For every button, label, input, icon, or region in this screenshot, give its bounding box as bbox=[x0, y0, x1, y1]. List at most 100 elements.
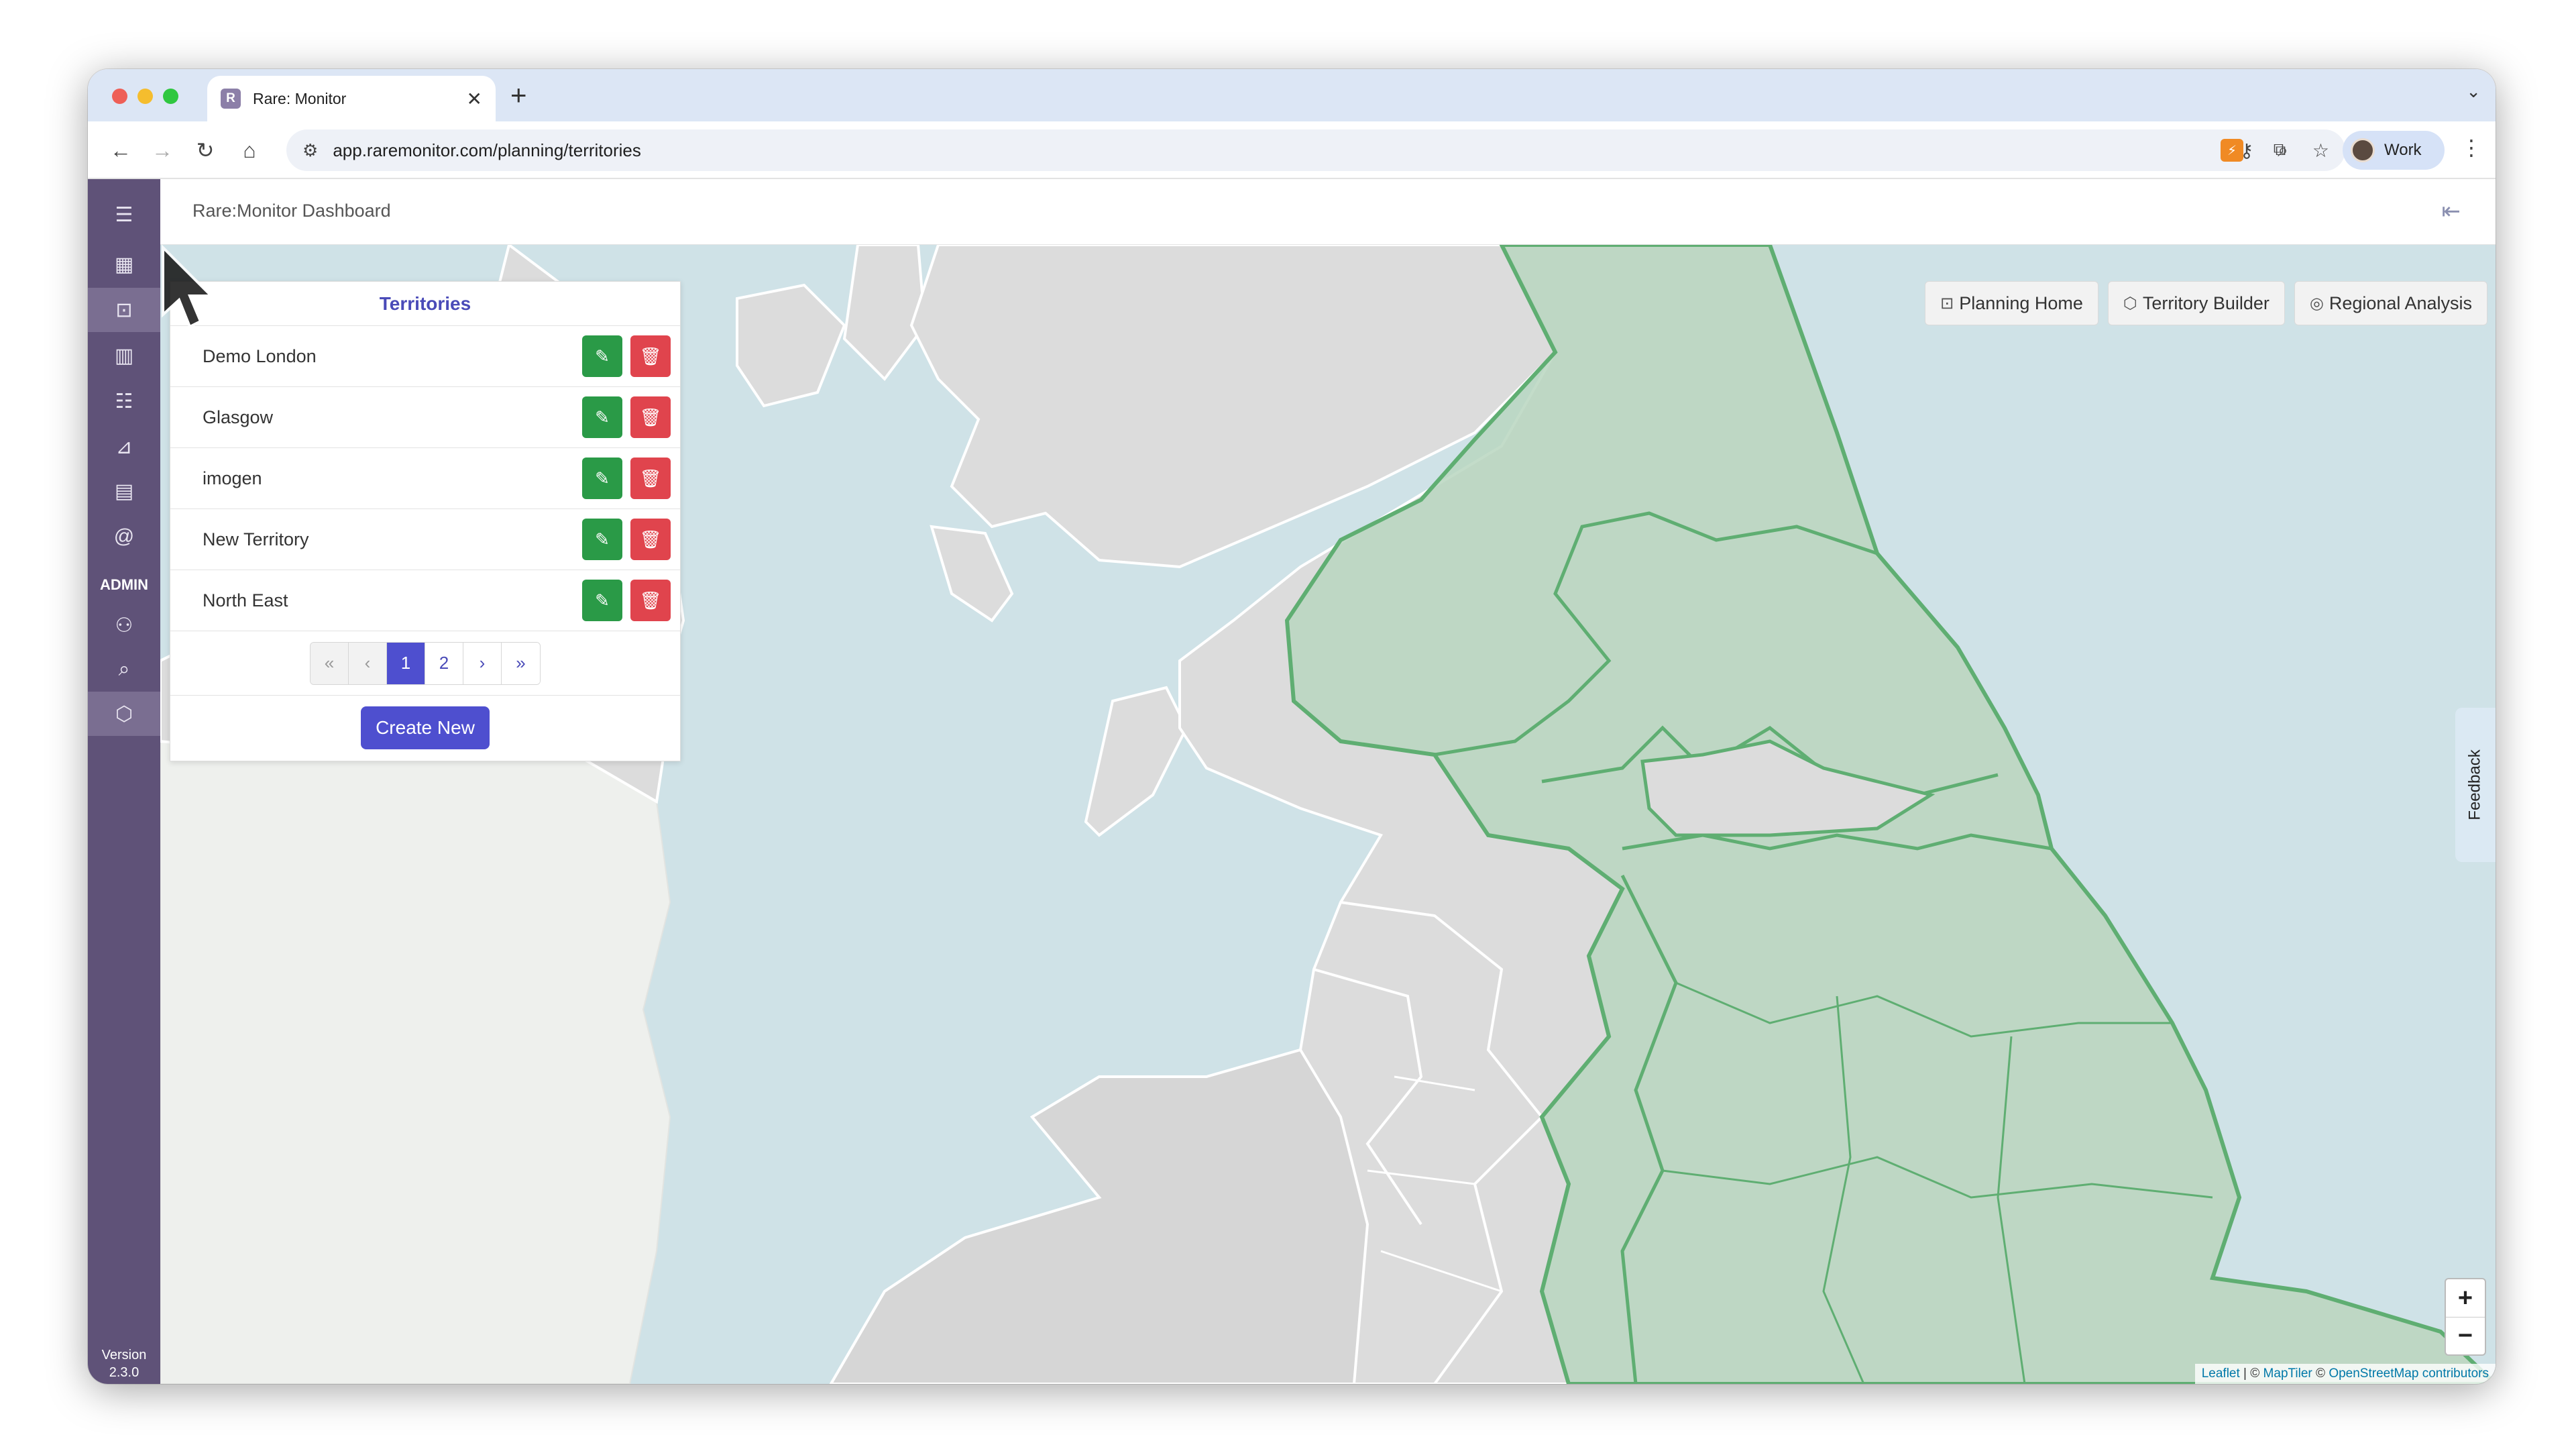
create-row: Create New bbox=[170, 696, 680, 760]
close-window-button[interactable] bbox=[112, 89, 127, 104]
planning-home-label: Planning Home bbox=[1959, 292, 2083, 313]
feedback-label: Feedback bbox=[2466, 749, 2484, 820]
osm-link[interactable]: OpenStreetMap contributors bbox=[2329, 1366, 2489, 1381]
attribution-separator: | © bbox=[2239, 1366, 2263, 1381]
edit-territory-button[interactable]: ✎ bbox=[582, 396, 622, 438]
map-attribution: Leaflet | © MapTiler © OpenStreetMap con… bbox=[2194, 1364, 2496, 1384]
delete-territory-button[interactable]: 🗑 bbox=[630, 335, 671, 377]
territory-name: Demo London bbox=[203, 345, 317, 366]
first-page-button[interactable]: « bbox=[311, 642, 349, 684]
trash-icon: 🗑 bbox=[639, 590, 662, 610]
sidebar-item-territory-icon[interactable]: ⬡ bbox=[88, 692, 160, 736]
planning-home-button[interactable]: ⊡ Planning Home bbox=[1925, 281, 2098, 325]
trash-icon: 🗑 bbox=[639, 529, 662, 549]
browser-menu-icon[interactable]: ⋮ bbox=[2461, 135, 2482, 160]
browser-tab[interactable]: R Rare: Monitor ✕ bbox=[207, 76, 496, 121]
sidebar-item-reports-icon[interactable]: ⊿ bbox=[88, 425, 160, 469]
regional-analysis-label: Regional Analysis bbox=[2329, 292, 2472, 313]
url-text[interactable]: app.raremonitor.com/planning/territories bbox=[333, 140, 2215, 161]
page-1-button[interactable]: 1 bbox=[387, 642, 425, 684]
sidebar: ☰ ▦ ⊡ ▥ ☷ ⊿ ▤ @ ADMIN ⚇ ⌕ ⬡ Version 2.3.… bbox=[88, 179, 160, 1384]
edit-territory-button[interactable]: ✎ bbox=[582, 458, 622, 499]
territory-name: imogen bbox=[203, 468, 262, 488]
new-tab-button[interactable]: + bbox=[510, 78, 527, 112]
avatar bbox=[2351, 138, 2375, 162]
territory-builder-label: Territory Builder bbox=[2142, 292, 2270, 313]
maptiler-link[interactable]: MapTiler bbox=[2263, 1366, 2312, 1381]
bookmark-star-icon[interactable]: ☆ bbox=[2312, 140, 2329, 162]
pencil-icon: ✎ bbox=[595, 590, 610, 610]
last-page-button[interactable]: » bbox=[502, 642, 540, 684]
sidebar-item-dashboard-icon[interactable]: ▦ bbox=[88, 242, 160, 286]
trash-icon: 🗑 bbox=[639, 468, 662, 488]
pencil-icon: ✎ bbox=[595, 407, 610, 427]
table-row[interactable]: North East ✎ 🗑 bbox=[170, 570, 680, 631]
trash-icon: 🗑 bbox=[639, 407, 662, 427]
maximize-window-button[interactable] bbox=[163, 89, 178, 104]
pencil-icon: ✎ bbox=[595, 468, 610, 488]
trash-icon: 🗑 bbox=[639, 345, 662, 366]
regional-analysis-button[interactable]: ◎ Regional Analysis bbox=[2294, 281, 2487, 325]
prev-page-button[interactable]: ‹ bbox=[349, 642, 387, 684]
app-header: Rare:Monitor Dashboard ⇤ bbox=[160, 179, 2496, 245]
version-number: 2.3.0 bbox=[109, 1365, 139, 1380]
app-container: ☰ ▦ ⊡ ▥ ☷ ⊿ ▤ @ ADMIN ⚇ ⌕ ⬡ Version 2.3.… bbox=[88, 179, 2496, 1384]
zoom-out-button[interactable]: − bbox=[2446, 1317, 2485, 1354]
minimize-window-button[interactable] bbox=[137, 89, 153, 104]
sidebar-item-search-icon[interactable]: ⌕ bbox=[88, 647, 160, 692]
hamburger-icon[interactable]: ☰ bbox=[88, 193, 160, 237]
address-bar[interactable]: ⚙ app.raremonitor.com/planning/territori… bbox=[286, 129, 2345, 171]
home-icon[interactable]: ⌂ bbox=[234, 135, 265, 166]
regional-analysis-icon: ◎ bbox=[2309, 294, 2324, 313]
page-title: Rare:Monitor Dashboard bbox=[192, 201, 391, 221]
version-label: Version bbox=[101, 1348, 147, 1362]
territory-builder-button[interactable]: ⬡ Territory Builder bbox=[2107, 281, 2285, 325]
logout-icon[interactable]: ⇤ bbox=[2442, 198, 2461, 225]
table-row[interactable]: Glasgow ✎ 🗑 bbox=[170, 387, 680, 448]
edit-territory-button[interactable]: ✎ bbox=[582, 335, 622, 377]
leaflet-link[interactable]: Leaflet bbox=[2202, 1366, 2240, 1381]
delete-territory-button[interactable]: 🗑 bbox=[630, 519, 671, 560]
sidebar-item-book-icon[interactable]: ▤ bbox=[88, 469, 160, 513]
map-nav-buttons: ⊡ Planning Home ⬡ Territory Builder ◎ Re… bbox=[1925, 281, 2487, 325]
back-icon[interactable]: ← bbox=[105, 135, 136, 166]
favicon-icon: R bbox=[221, 89, 241, 109]
sidebar-item-chart-icon[interactable]: ▥ bbox=[88, 333, 160, 378]
sidebar-item-list-icon[interactable]: ☷ bbox=[88, 379, 160, 423]
table-row[interactable]: New Territory ✎ 🗑 bbox=[170, 509, 680, 570]
pencil-icon: ✎ bbox=[595, 345, 610, 366]
site-settings-icon[interactable]: ⚙ bbox=[302, 140, 318, 161]
delete-territory-button[interactable]: 🗑 bbox=[630, 458, 671, 499]
attribution-separator: © bbox=[2312, 1366, 2329, 1381]
sidebar-item-at-icon[interactable]: @ bbox=[88, 515, 160, 559]
next-page-button[interactable]: › bbox=[463, 642, 502, 684]
edit-territory-button[interactable]: ✎ bbox=[582, 519, 622, 560]
page-2-button[interactable]: 2 bbox=[425, 642, 463, 684]
feedback-tab[interactable]: Feedback bbox=[2455, 708, 2496, 862]
territory-name: New Territory bbox=[203, 529, 309, 549]
forward-icon[interactable]: → bbox=[147, 135, 178, 166]
delete-territory-button[interactable]: 🗑 bbox=[630, 396, 671, 438]
zoom-in-button[interactable]: + bbox=[2446, 1279, 2485, 1317]
chevron-down-icon[interactable]: ⌄ bbox=[2466, 81, 2481, 102]
delete-territory-button[interactable]: 🗑 bbox=[630, 580, 671, 621]
pagination: « ‹ 1 2 › » bbox=[170, 631, 680, 696]
edit-territory-button[interactable]: ✎ bbox=[582, 580, 622, 621]
reload-icon[interactable]: ↻ bbox=[190, 135, 221, 166]
table-row[interactable]: Demo London ✎ 🗑 bbox=[170, 326, 680, 387]
profile-button[interactable]: Work bbox=[2343, 131, 2445, 170]
sidebar-item-users-icon[interactable]: ⚇ bbox=[88, 603, 160, 647]
planning-home-icon: ⊡ bbox=[1940, 294, 1954, 313]
extensions-puzzle-icon[interactable]: ⧉ bbox=[2266, 136, 2293, 163]
map-canvas[interactable]: Territories Demo London ✎ 🗑 Glasgow ✎ 🗑 … bbox=[160, 245, 2496, 1384]
tab-title: Rare: Monitor bbox=[253, 89, 347, 107]
browser-window: R Rare: Monitor ✕ + ⌄ ← → ↻ ⌂ ⚙ app.rare… bbox=[88, 69, 2496, 1384]
territory-builder-icon: ⬡ bbox=[2123, 294, 2137, 313]
extension-icon[interactable]: ⚡ bbox=[2221, 139, 2243, 162]
table-row[interactable]: imogen ✎ 🗑 bbox=[170, 448, 680, 509]
territory-name: North East bbox=[203, 590, 288, 610]
create-new-button[interactable]: Create New bbox=[361, 706, 490, 749]
sidebar-item-planning-icon[interactable]: ⊡ bbox=[88, 288, 160, 332]
close-icon[interactable]: ✕ bbox=[467, 88, 482, 110]
pagination-group: « ‹ 1 2 › » bbox=[310, 641, 541, 685]
